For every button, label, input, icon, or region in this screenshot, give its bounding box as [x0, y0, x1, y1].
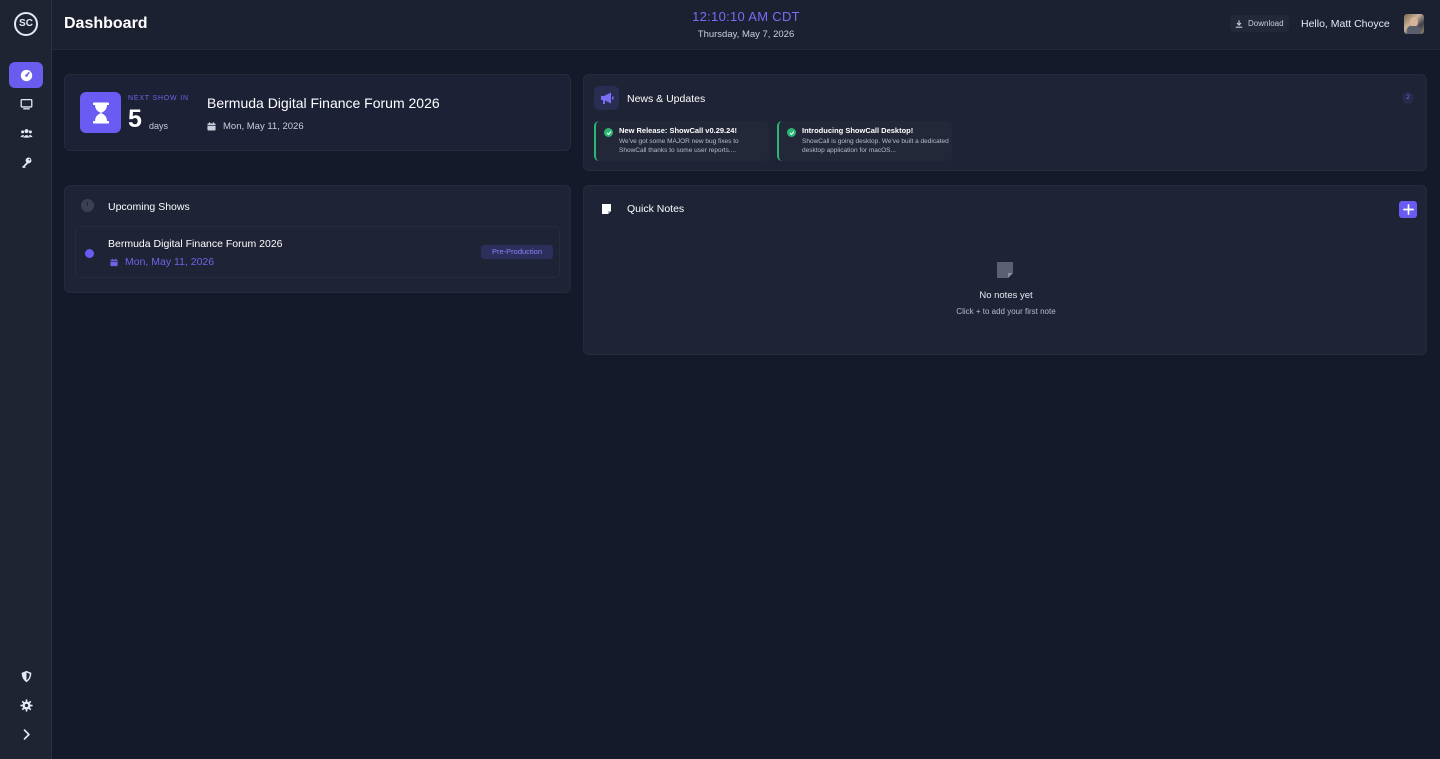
- next-show-date: Mon, May 11, 2026: [207, 121, 304, 132]
- monitor-icon: [20, 98, 32, 109]
- news-item[interactable]: New Release: ShowCall v0.29.24! We've go…: [594, 121, 769, 161]
- download-icon: [1235, 19, 1243, 28]
- sidebar-item-settings[interactable]: [9, 692, 43, 718]
- avatar-body: [1407, 26, 1421, 34]
- download-button[interactable]: Download: [1230, 15, 1289, 32]
- add-note-button[interactable]: [1399, 201, 1417, 218]
- empty-state-subtitle: Click + to add your first note: [956, 307, 1056, 316]
- news-card: News & Updates New Release: ShowCall v0.…: [583, 74, 1427, 171]
- sidebar-expand-button[interactable]: [9, 721, 43, 747]
- news-item[interactable]: Introducing ShowCall Desktop! ShowCall i…: [777, 121, 952, 161]
- gauge-icon: [20, 69, 32, 81]
- quick-notes-card: Quick Notes No notes yet Click + to add …: [583, 185, 1427, 355]
- sidebar: SC: [0, 0, 52, 759]
- check-icon: [604, 128, 613, 137]
- days-count: 5: [128, 105, 142, 133]
- app-root: SC Dashboard 12:10:10 AM CDT Thursday, M…: [0, 0, 1440, 759]
- chevron-right-icon: [23, 728, 30, 740]
- news-item-title: Introducing ShowCall Desktop!: [802, 126, 914, 135]
- status-dot: [85, 249, 94, 258]
- clock-icon: [81, 199, 94, 212]
- avatar[interactable]: [1404, 14, 1424, 34]
- user-greeting: Hello, Matt Choyce: [1301, 18, 1390, 30]
- show-date-text: Mon, May 11, 2026: [125, 256, 215, 268]
- sidebar-item-dashboard[interactable]: [9, 62, 43, 88]
- check-icon: [787, 128, 796, 137]
- sidebar-item-shows[interactable]: [9, 91, 43, 117]
- show-row[interactable]: Bermuda Digital Finance Forum 2026 Mon, …: [75, 226, 560, 278]
- next-show-date-text: Mon, May 11, 2026: [223, 121, 304, 132]
- megaphone-icon: [600, 92, 614, 104]
- download-label: Download: [1248, 19, 1284, 28]
- sidebar-item-security[interactable]: [9, 663, 43, 689]
- next-show-card[interactable]: NEXT SHOW IN 5 days Bermuda Digital Fina…: [64, 74, 571, 151]
- key-icon: [21, 157, 31, 168]
- plus-icon: [1402, 204, 1414, 215]
- sidebar-item-keys[interactable]: [9, 149, 43, 175]
- notes-title: Quick Notes: [627, 203, 685, 215]
- next-show-label: NEXT SHOW IN: [128, 95, 189, 102]
- calendar-icon: [207, 122, 216, 131]
- show-title: Bermuda Digital Finance Forum 2026: [108, 238, 283, 250]
- news-item-title: New Release: ShowCall v0.29.24!: [619, 126, 737, 135]
- upcoming-title: Upcoming Shows: [108, 201, 190, 213]
- days-unit: days: [149, 121, 169, 131]
- empty-state-title: No notes yet: [979, 290, 1033, 301]
- news-badge: [594, 86, 619, 110]
- news-item-body: We've got some MAJOR new bug fixes to Sh…: [619, 138, 739, 154]
- news-title: News & Updates: [627, 93, 706, 105]
- empty-note-icon: [997, 262, 1013, 278]
- users-icon: [19, 128, 33, 138]
- shield-icon: [21, 670, 31, 682]
- note-icon: [602, 204, 611, 214]
- calendar-icon: [110, 258, 118, 266]
- header: Dashboard 12:10:10 AM CDT Thursday, May …: [52, 0, 1440, 50]
- hourglass-badge: [80, 92, 121, 133]
- show-date: Mon, May 11, 2026: [110, 256, 214, 268]
- next-show-title: Bermuda Digital Finance Forum 2026: [207, 95, 440, 111]
- app-logo[interactable]: SC: [14, 12, 38, 36]
- hourglass-icon: [92, 102, 109, 123]
- status-badge: Pre-Production: [481, 245, 553, 259]
- news-item-body: ShowCall is going desktop. We've built a…: [802, 138, 949, 154]
- gear-icon: [19, 698, 33, 712]
- sidebar-item-users[interactable]: [9, 120, 43, 146]
- news-count-badge: 2: [1402, 92, 1414, 104]
- upcoming-shows-card: Upcoming Shows Bermuda Digital Finance F…: [64, 185, 571, 293]
